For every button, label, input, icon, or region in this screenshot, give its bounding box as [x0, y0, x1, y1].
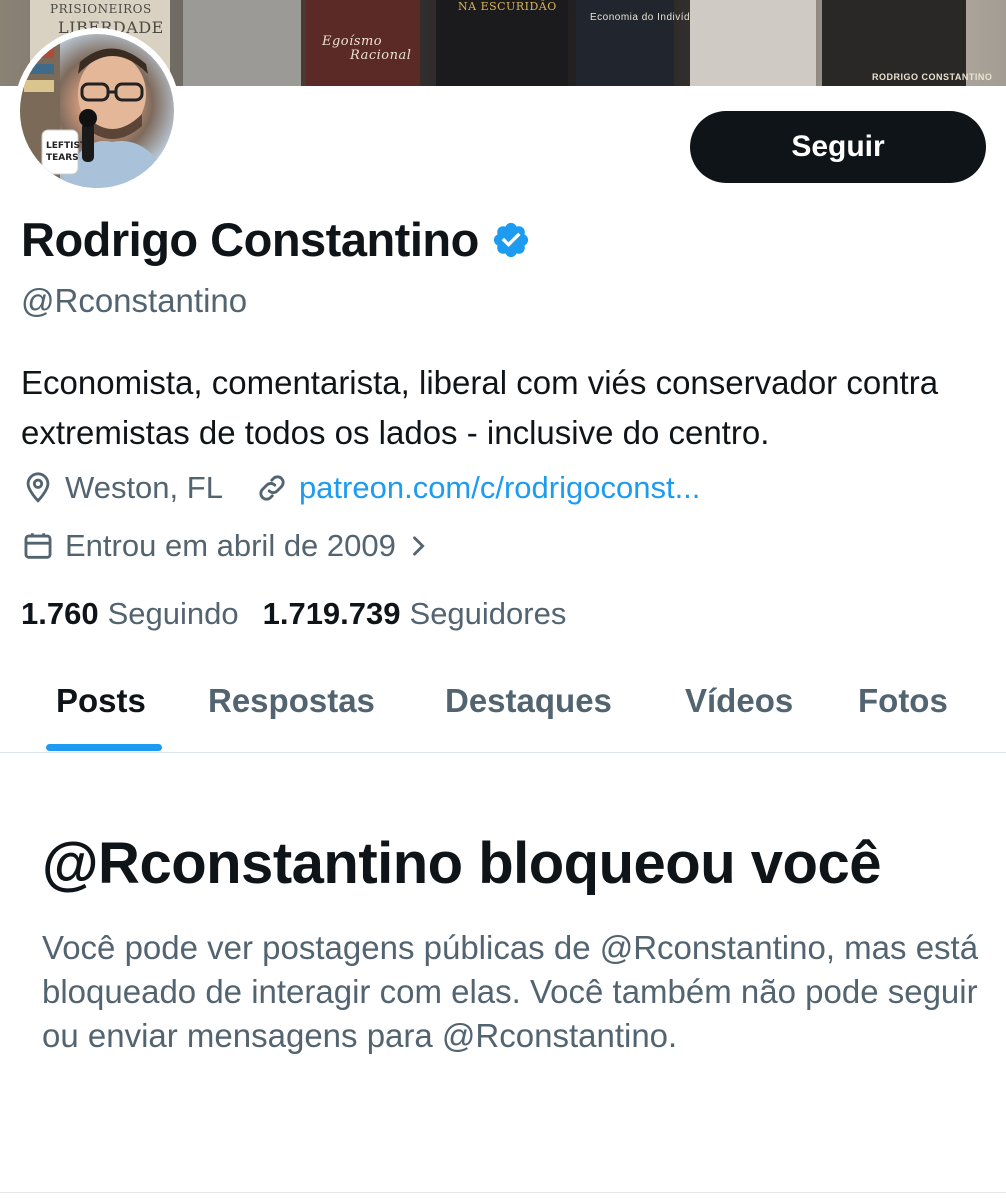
calendar-icon: [24, 533, 52, 559]
tab-highlights[interactable]: Destaques: [445, 682, 612, 720]
following-label: Seguindo: [107, 596, 239, 631]
location-pin-icon: [26, 472, 50, 503]
profile-joined[interactable]: Entrou em abril de 2009: [21, 528, 442, 564]
blocked-description: Você pode ver postagens públicas de @Rco…: [42, 929, 979, 1054]
follow-button[interactable]: Seguir: [690, 111, 986, 183]
joined-text: Entrou em abril de 2009: [65, 528, 396, 563]
following-count: 1.760: [21, 596, 99, 631]
banner-book: [690, 0, 816, 86]
followers-label: Seguidores: [409, 596, 567, 631]
profile-handle: @Rconstantino: [21, 282, 248, 319]
banner-book: RODRIGO CONSTANTINO: [822, 0, 992, 86]
profile-location: Weston, FL: [21, 470, 223, 506]
banner-book: [183, 0, 301, 86]
banner-book-title: NA ESCURIDÃO: [458, 0, 557, 13]
profile-meta-row: Weston, FL patreon.com/c/rodrigoconst...: [21, 470, 700, 506]
divider: [0, 1192, 1006, 1193]
profile-stats: 1.760 Seguindo 1.719.739 Seguidores: [21, 596, 590, 632]
verified-badge-icon[interactable]: [491, 220, 531, 260]
banner-book: Egoísmo Racional: [306, 0, 420, 86]
tab-posts[interactable]: Posts: [56, 682, 146, 720]
banner-book-title: RODRIGO CONSTANTINO: [872, 72, 993, 82]
banner-book-title: Economia do Indivíduo: [590, 12, 703, 23]
svg-text:TEARS: TEARS: [46, 153, 79, 163]
banner-book-title: Egoísmo: [322, 34, 383, 49]
website-link[interactable]: patreon.com/c/rodrigoconst...: [299, 470, 700, 506]
display-name: Rodrigo Constantino: [21, 213, 479, 266]
following-stat[interactable]: 1.760 Seguindo: [21, 596, 239, 632]
avatar[interactable]: LEFTIST TEARS: [14, 28, 180, 194]
avatar-image: LEFTIST TEARS: [20, 34, 174, 188]
tab-photos[interactable]: Fotos: [858, 682, 948, 720]
location-text: Weston, FL: [65, 470, 223, 505]
banner-book-title: PRISIONEIROS: [50, 2, 152, 16]
profile-bio: Economista, comentarista, liberal com vi…: [21, 364, 939, 451]
blocked-title: @Rconstantino bloqueou você: [42, 831, 881, 896]
profile-website[interactable]: patreon.com/c/rodrigoconst...: [255, 470, 700, 506]
profile-tabs: Posts Respostas Destaques Vídeos Fotos: [0, 660, 1006, 753]
banner-book: NA ESCURIDÃO: [436, 0, 568, 86]
banner-book-subtitle: Racional: [350, 48, 412, 63]
active-tab-indicator: [46, 744, 162, 751]
avatar-portrait-icon: LEFTIST TEARS: [20, 34, 174, 188]
tab-replies[interactable]: Respostas: [208, 682, 375, 720]
link-icon: [259, 475, 285, 501]
followers-count: 1.719.739: [262, 596, 401, 631]
svg-text:LEFTIST: LEFTIST: [46, 141, 87, 151]
profile-name-row: Rodrigo Constantino: [21, 212, 531, 267]
tab-videos[interactable]: Vídeos: [685, 682, 793, 720]
chevron-right-icon: [412, 536, 425, 556]
followers-stat[interactable]: 1.719.739 Seguidores: [263, 596, 567, 632]
banner-book: Economia do Indivíduo: [576, 0, 702, 86]
